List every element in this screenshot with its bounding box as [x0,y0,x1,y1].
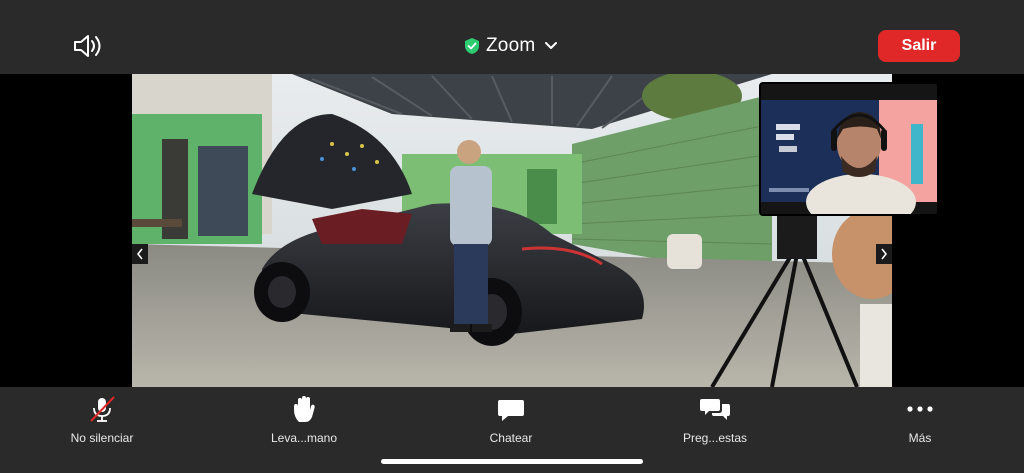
raise-hand-button[interactable]: Leva...mano [249,395,359,445]
next-page-arrow[interactable] [876,244,892,264]
mic-muted-icon [87,395,117,423]
raise-hand-icon [289,395,319,423]
bottom-toolbar: No silenciar Leva...mano Chatear Preg...… [0,387,1024,473]
unmute-button[interactable]: No silenciar [47,395,157,445]
unmute-label: No silenciar [70,431,134,445]
pip-video-illustration [761,84,937,214]
more-icon [905,395,935,423]
leave-button[interactable]: Salir [878,30,960,62]
shield-check-icon [465,38,479,54]
top-bar: Zoom Salir [0,0,1024,74]
chevron-down-icon [545,42,558,49]
qa-label: Preg...estas [682,431,748,445]
more-button[interactable]: Más [865,395,975,445]
previous-page-arrow[interactable] [132,244,148,264]
more-label: Más [908,431,932,445]
chat-button[interactable]: Chatear [456,395,566,445]
meeting-title-dropdown[interactable]: Zoom [464,34,558,58]
chat-label: Chatear [489,431,533,445]
qa-button[interactable]: Preg...estas [660,395,770,445]
qa-icon [700,395,730,423]
meeting-title: Zoom [486,35,536,56]
speaker-icon[interactable] [72,32,104,60]
pip-video-thumbnail[interactable] [759,82,939,216]
raise-hand-label: Leva...mano [270,431,338,445]
chat-icon [496,395,526,423]
home-indicator[interactable] [381,459,643,464]
